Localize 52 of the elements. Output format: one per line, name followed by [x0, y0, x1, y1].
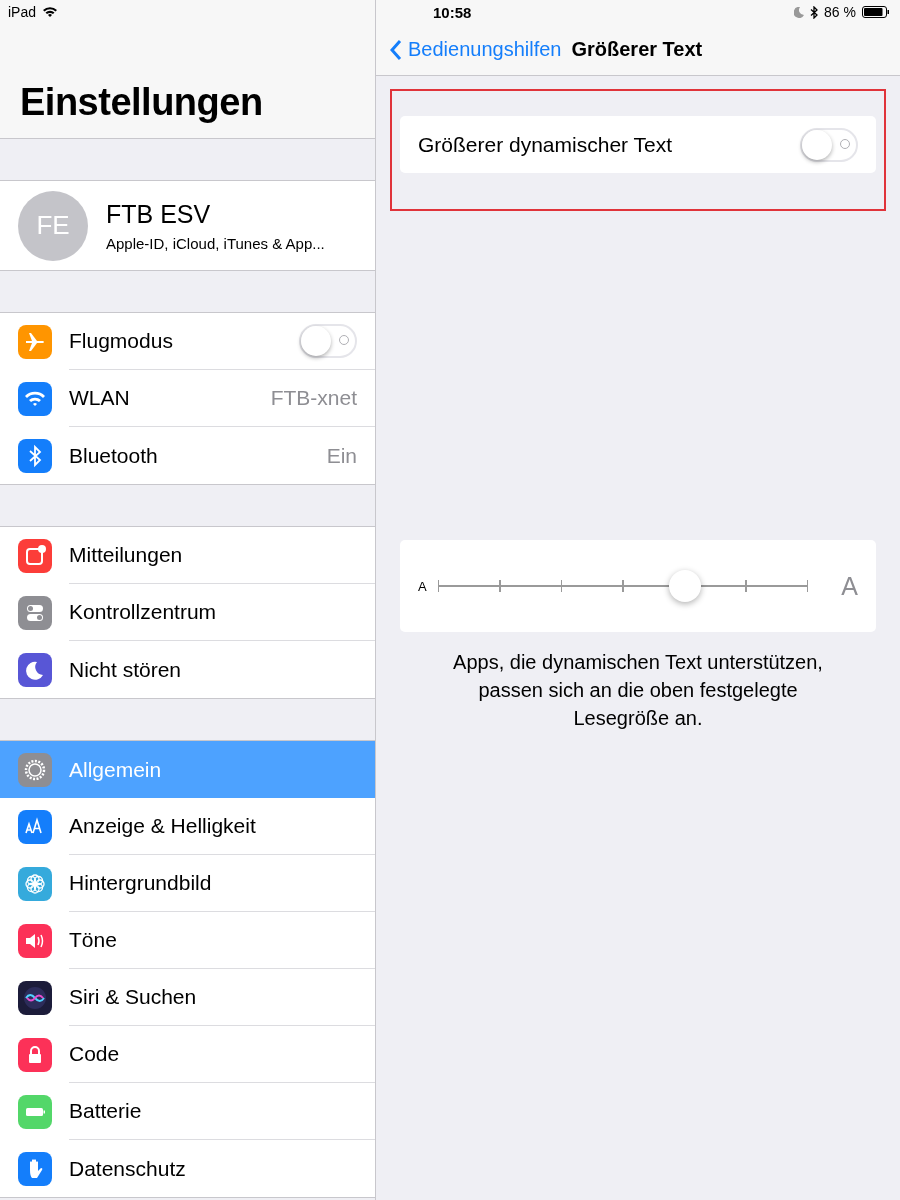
item-value: FTB-xnet [270, 386, 357, 410]
caption-text: Apps, die dynamischen Text unterstützen, passen sich an die oben festgelegte Lesegröße an. [452, 650, 824, 731]
settings-item[interactable]: Bluetooth Ein [0, 427, 375, 484]
settings-item[interactable]: Batterie [0, 1083, 375, 1140]
item-label: Siri & Suchen [69, 985, 197, 1009]
item-label: Datenschutz [69, 1156, 186, 1181]
battery-percent: 86 % [824, 4, 856, 20]
item-label: Bluetooth [69, 443, 158, 468]
item-label: Flugmodus [69, 329, 173, 353]
clock: 10:58 [433, 3, 472, 21]
wifi-icon [42, 6, 59, 18]
setting-label: Größerer dynamischer Text [418, 132, 673, 157]
text-size-slider[interactable] [438, 568, 808, 604]
item-label: Code [69, 1042, 120, 1066]
settings-item[interactable]: Code [0, 1026, 375, 1083]
settings-item[interactable]: WLAN FTB-xnet [0, 370, 375, 427]
back-button[interactable]: Bedienungshilfen [390, 38, 562, 61]
profile-subtitle: Apple-ID, iCloud, iTunes & App... [106, 234, 325, 252]
settings-item[interactable]: Mitteilungen [0, 527, 375, 584]
settings-item[interactable]: Töne [0, 912, 375, 969]
item-label: Allgemein [69, 757, 162, 782]
settings-item[interactable]: Siri & Suchen [0, 969, 375, 1026]
item-label: Töne [69, 928, 117, 952]
large-text-label: A [841, 571, 858, 601]
settings-item[interactable]: Anzeige & Helligkeit [0, 798, 375, 855]
device-name: iPad [8, 4, 37, 20]
item-label: Kontrollzentrum [69, 600, 217, 624]
settings-item[interactable]: Kontrollzentrum [0, 584, 375, 641]
toggle-switch[interactable] [299, 324, 357, 358]
settings-item[interactable]: Nicht stören [0, 641, 375, 698]
toggle-switch[interactable] [800, 127, 858, 162]
item-label: WLAN [69, 386, 130, 410]
nav-title: Größerer Text [571, 38, 703, 61]
item-value: Ein [326, 443, 357, 468]
item-label: Hintergrundbild [69, 871, 212, 895]
profile-name: FTB ESV [106, 199, 212, 229]
small-text-label: A [418, 578, 427, 594]
item-label: Nicht stören [69, 657, 182, 682]
item-label: Mitteilungen [69, 543, 183, 567]
settings-item[interactable]: Datenschutz [0, 1140, 375, 1197]
profile-row[interactable]: FE FTB ESV Apple-ID, iCloud, iTunes & App... [0, 180, 375, 271]
item-label: Batterie [69, 1099, 142, 1123]
page-title: Einstellungen [20, 81, 263, 124]
slider-thumb[interactable] [668, 570, 701, 602]
item-label: Anzeige & Helligkeit [69, 814, 256, 838]
bluetooth-icon [810, 5, 819, 19]
battery-icon [862, 6, 890, 18]
moon-icon [794, 6, 805, 18]
avatar: FE [18, 190, 88, 261]
chevron-icon [390, 38, 402, 61]
settings-item[interactable]: Hintergrundbild [0, 855, 375, 912]
settings-item[interactable]: Flugmodus [0, 313, 375, 370]
